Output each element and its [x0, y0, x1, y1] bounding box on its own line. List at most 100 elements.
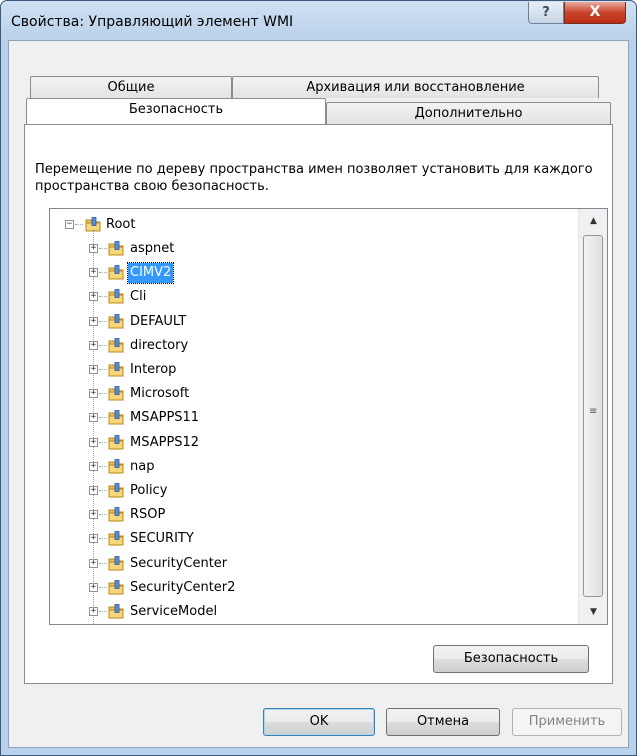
folder-icon: [108, 531, 124, 546]
tree-connector: [99, 296, 107, 298]
expand-icon[interactable]: +: [89, 268, 98, 278]
tree-node-label: MSAPPS12: [130, 434, 200, 450]
cancel-button[interactable]: Отмена: [386, 708, 500, 736]
namespace-tree[interactable]: − Root + aspnet + CIMV2 + Cli + DEFAULT + directo…: [49, 208, 608, 625]
tree-connector: [99, 369, 107, 370]
tree-scrollbar[interactable]: ▲ ≡ ▼: [578, 209, 607, 624]
expand-icon[interactable]: +: [89, 510, 98, 520]
expand-icon[interactable]: +: [89, 461, 98, 471]
tree-node[interactable]: + Policy: [50, 479, 350, 503]
tab-general[interactable]: Общие: [30, 76, 232, 98]
tree-node-label: SecurityCenter2: [130, 579, 236, 595]
tree-node[interactable]: + aspnet: [50, 237, 350, 261]
tree-node-label: aspnet: [130, 241, 175, 256]
tree-node-label: RSOP: [130, 507, 166, 523]
tab-backup-restore[interactable]: Архивация или восстановление: [232, 76, 599, 98]
folder-icon: [108, 241, 124, 256]
tree-node-label: SECURITY: [130, 531, 194, 547]
scroll-thumb[interactable]: ≡: [583, 235, 603, 597]
expand-icon[interactable]: +: [89, 389, 98, 399]
expand-icon[interactable]: +: [89, 316, 98, 326]
tree-node[interactable]: + CIMV2: [50, 261, 350, 285]
tree-node-label: DEFAULT: [130, 313, 187, 329]
grip-icon: ≡: [589, 406, 598, 417]
tree-node-label: Cli: [130, 289, 147, 305]
tree-node[interactable]: + directory: [50, 334, 350, 358]
tree-node[interactable]: + ServiceModel: [50, 600, 350, 624]
tree-node[interactable]: + SECURITY: [50, 527, 350, 551]
tree-connector: [99, 441, 107, 443]
expand-icon[interactable]: +: [89, 413, 98, 423]
description-text: Перемещение по дереву пространства имен …: [35, 162, 593, 194]
folder-icon: [108, 434, 124, 450]
expand-icon[interactable]: +: [89, 365, 98, 374]
tree-node-label: Root: [106, 217, 136, 232]
tree-node-label: Interop: [130, 362, 177, 377]
tree-node[interactable]: + Microsoft: [50, 382, 350, 406]
help-button[interactable]: ?: [528, 2, 564, 24]
tree-node[interactable]: + SecurityCenter2: [50, 576, 350, 600]
expand-icon[interactable]: +: [89, 437, 98, 447]
tab-advanced[interactable]: Дополнительно: [326, 102, 611, 124]
folder-icon: [108, 507, 124, 522]
expand-icon[interactable]: +: [89, 582, 98, 592]
tree-node-label: SecurityCenter: [130, 555, 228, 571]
tree-connector: [99, 248, 107, 249]
folder-icon: [108, 483, 124, 498]
tree-node[interactable]: + Interop: [50, 358, 350, 382]
folder-icon: [108, 337, 124, 353]
tree-connector: [99, 611, 107, 612]
tree-connector: [99, 562, 107, 564]
tree-node[interactable]: + nap: [50, 455, 350, 479]
tree-node-label: CIMV2: [126, 262, 175, 285]
expand-icon[interactable]: +: [89, 292, 98, 302]
tab-security[interactable]: Безопасность: [26, 98, 326, 124]
tree-node[interactable]: + DEFAULT: [50, 310, 350, 334]
tree-connector: [75, 224, 83, 225]
folder-icon: [108, 458, 124, 474]
expand-icon[interactable]: +: [89, 534, 98, 544]
folder-icon: [108, 579, 124, 595]
expand-icon[interactable]: +: [89, 340, 98, 350]
tree-node[interactable]: + MSAPPS12: [50, 431, 350, 455]
security-button[interactable]: Безопасность: [433, 645, 589, 673]
tree-node[interactable]: + Cli: [50, 285, 350, 309]
expand-icon[interactable]: +: [89, 486, 98, 495]
tree-connector: [99, 465, 107, 467]
tree-connector: [99, 393, 107, 395]
tree-node-label: MSAPPS11: [130, 410, 200, 426]
collapse-icon[interactable]: −: [65, 220, 74, 229]
tree-connector: [99, 538, 107, 540]
folder-icon: [108, 362, 124, 377]
folder-icon: [108, 289, 124, 304]
expand-icon[interactable]: +: [89, 558, 98, 568]
tree-node[interactable]: + SecurityCenter: [50, 552, 350, 576]
close-button[interactable]: X: [564, 2, 626, 24]
tree-node-label: Policy: [130, 483, 168, 498]
tree-connector: [99, 272, 107, 274]
tree-node-label: ServiceModel: [130, 604, 218, 619]
tree-connector: [99, 490, 107, 491]
tree-node-root[interactable]: − Root: [50, 213, 250, 237]
window-title: Свойства: Управляющий элемент WMI: [11, 14, 294, 30]
tree-node[interactable]: + MSAPPS11: [50, 406, 350, 430]
tree-node-label: nap: [130, 458, 155, 474]
scroll-down-icon[interactable]: ▼: [579, 600, 607, 624]
apply-button[interactable]: Применить: [512, 708, 622, 736]
folder-icon: [108, 265, 124, 280]
folder-icon: [108, 555, 124, 571]
tree-connector: [99, 417, 107, 419]
title-bar[interactable]: Свойства: Управляющий элемент WMI ? X: [1, 1, 636, 41]
tree-connector: [99, 344, 107, 346]
expand-icon[interactable]: +: [89, 607, 98, 616]
tree-connector: [99, 320, 107, 322]
expand-icon[interactable]: +: [89, 244, 98, 253]
tree-items: − Root + aspnet + CIMV2 + Cli + DEFAULT + directo…: [50, 209, 578, 624]
scroll-up-icon[interactable]: ▲: [579, 209, 607, 233]
ok-button[interactable]: OK: [263, 708, 375, 736]
tree-node[interactable]: + RSOP: [50, 503, 350, 527]
tree-node-label: Microsoft: [130, 386, 190, 402]
tree-connector: [99, 514, 107, 516]
folder-icon: [108, 313, 124, 329]
folder-icon: [108, 410, 124, 425]
